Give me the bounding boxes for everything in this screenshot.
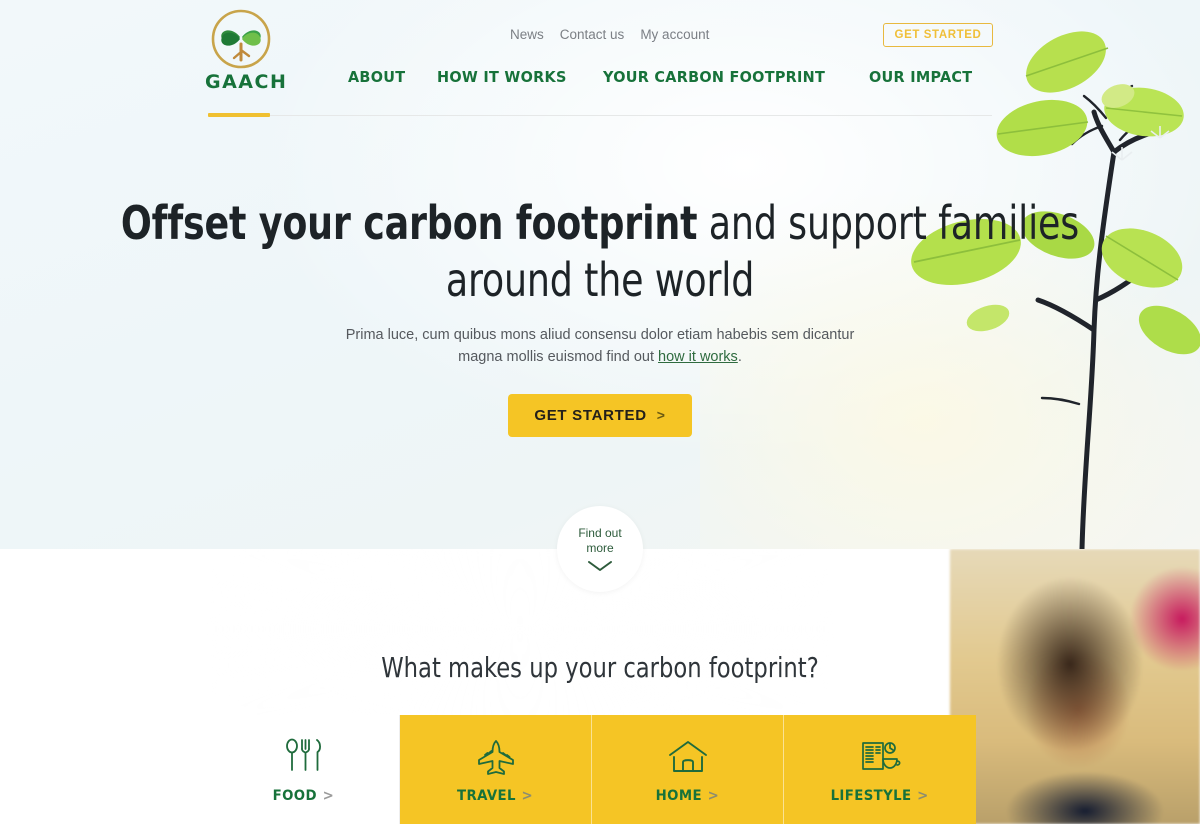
chevron-down-icon xyxy=(588,561,612,571)
card-travel[interactable]: TRAVEL > xyxy=(400,715,592,824)
clover-logo-icon xyxy=(211,9,271,69)
cutlery-icon xyxy=(282,736,326,778)
card-home[interactable]: HOME > xyxy=(592,715,784,824)
hero-subtext-before: Prima luce, cum quibus mons aliud consen… xyxy=(345,327,855,365)
chevron-right-icon: > xyxy=(707,787,720,804)
hero-get-started-label: GET STARTED xyxy=(534,407,647,424)
card-food[interactable]: FOOD > xyxy=(208,715,400,824)
smiling-boy-photo-right xyxy=(950,549,1200,824)
nav-item-your-carbon-footprint[interactable]: YOUR CARBON FOOTPRINT xyxy=(603,68,825,86)
main-nav: ABOUT HOW IT WORKS YOUR CARBON FOOTPRINT OU… xyxy=(348,68,1007,87)
logo[interactable]: GAACH xyxy=(205,8,288,93)
section-title: What makes up your carbon footprint? xyxy=(381,651,819,684)
nav-item-how-it-works[interactable]: HOW IT WORKS xyxy=(437,68,567,86)
card-lifestyle-label: LIFESTYLE > xyxy=(831,788,929,804)
newspaper-coffee-icon xyxy=(857,736,903,778)
site-header: GAACH News Contact us My account GET START… xyxy=(0,0,1200,122)
card-lifestyle[interactable]: LIFESTYLE > xyxy=(784,715,976,824)
card-home-text: HOME xyxy=(655,787,703,804)
utility-link-contact-us[interactable]: Contact us xyxy=(560,27,625,42)
page-title: Offset your carbon footprint and support… xyxy=(72,195,1128,309)
utility-link-my-account[interactable]: My account xyxy=(640,27,709,42)
find-out-more-line2: more xyxy=(586,541,614,555)
nav-item-our-impact[interactable]: OUR IMPACT xyxy=(869,68,972,86)
airplane-icon xyxy=(472,736,520,778)
landing-page: Offset your carbon footprint and support… xyxy=(0,0,1200,824)
header-divider-accent xyxy=(208,113,270,117)
how-it-works-link[interactable]: how it works xyxy=(658,349,738,365)
chevron-right-icon: > xyxy=(322,787,335,804)
hero-content: Offset your carbon footprint and support… xyxy=(0,195,1200,437)
utility-nav: News Contact us My account xyxy=(510,27,709,42)
card-travel-text: TRAVEL xyxy=(457,787,517,804)
nav-item-about[interactable]: ABOUT xyxy=(348,68,405,86)
hero-subtext-after: . xyxy=(737,349,742,365)
find-out-more-line1: Find out xyxy=(578,526,622,540)
hero-get-started-button[interactable]: GET STARTED > xyxy=(508,394,692,437)
find-out-more-badge[interactable]: Find out more xyxy=(557,506,643,592)
card-home-label: HOME > xyxy=(656,788,720,804)
card-food-text: FOOD xyxy=(272,787,318,804)
category-cards: FOOD > TRAVEL > HOME > LIFESTYLE > xyxy=(208,715,976,824)
header-get-started-button[interactable]: GET STARTED xyxy=(883,23,993,47)
chevron-right-icon: > xyxy=(656,407,666,423)
find-out-more-label: Find out more xyxy=(571,526,629,556)
card-food-label: FOOD > xyxy=(273,788,334,804)
utility-link-news[interactable]: News xyxy=(510,27,544,42)
chevron-right-icon: > xyxy=(521,787,534,804)
card-lifestyle-text: LIFESTYLE xyxy=(830,787,912,804)
card-travel-label: TRAVEL > xyxy=(457,788,533,804)
hero-subtext: Prima luce, cum quibus mons aliud consen… xyxy=(340,324,860,368)
house-icon xyxy=(665,736,711,778)
logo-text: GAACH xyxy=(205,71,288,93)
header-divider xyxy=(208,115,992,116)
headline-strong: Offset your carbon footprint xyxy=(120,196,698,250)
chevron-right-icon: > xyxy=(917,787,930,804)
